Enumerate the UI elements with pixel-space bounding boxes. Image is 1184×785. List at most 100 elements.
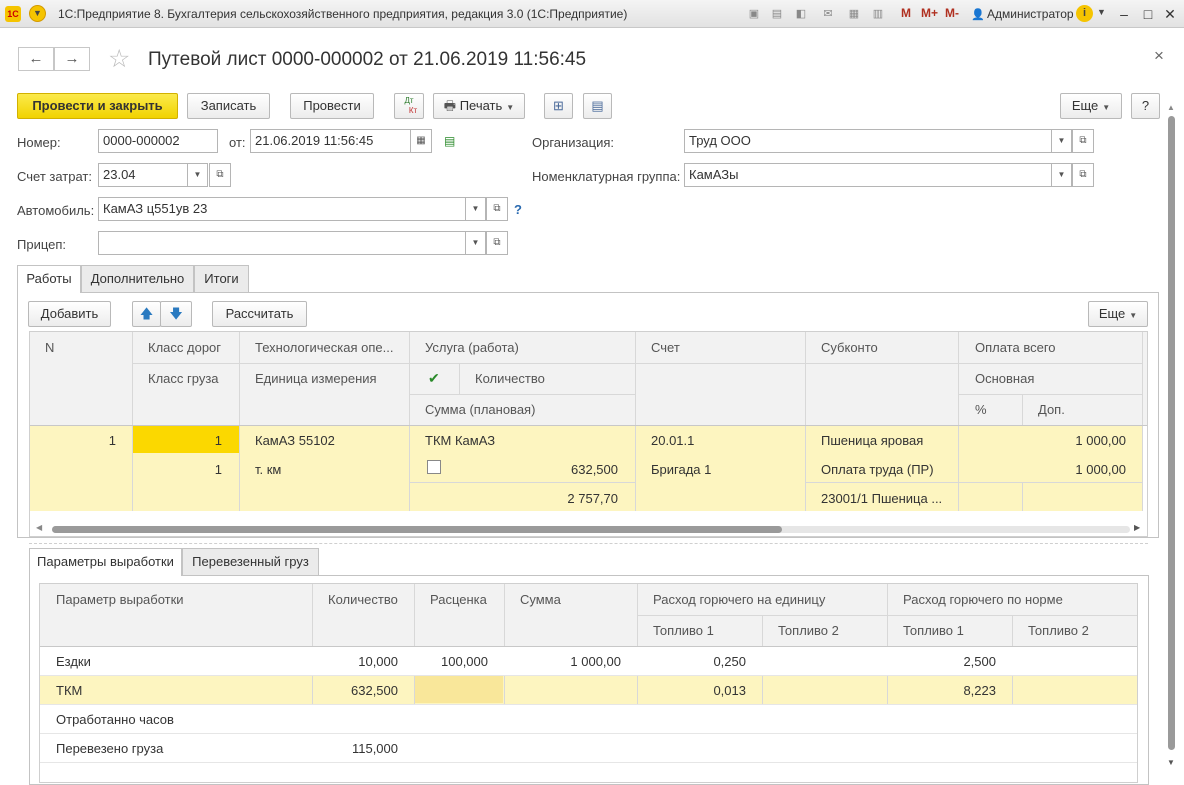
tab-output-params[interactable]: Параметры выработки [29,548,182,576]
calculator-icon[interactable]: ▦ [846,6,862,22]
move-down-button[interactable]: 🡇 [160,301,192,327]
cell-planned-sum[interactable]: 2 757,70 [410,491,618,506]
cell-subconto-3[interactable]: 23001/1 Пшеница ... [821,491,942,506]
memory-plus-button[interactable]: M+ [921,6,938,20]
cell-subconto-1[interactable]: Пшеница яровая [821,433,923,448]
cell-qty[interactable]: 632,500 [460,462,618,477]
current-user[interactable]: Администратор [987,7,1074,21]
cell-tech-op[interactable]: КамАЗ 55102 [255,433,335,448]
number-field[interactable]: 0000-000002 [98,129,218,153]
nomgroup-open-button[interactable]: ⧉ [1072,163,1094,187]
cell-service[interactable]: ТКМ КамАЗ [425,433,495,448]
output-table[interactable]: Параметр выработки Количество Расценка С… [39,583,1138,783]
date-field[interactable]: 21.06.2019 11:56:45 [250,129,411,153]
dt-kt-button[interactable]: Дт Кт [394,93,424,119]
preview-icon[interactable]: ◧ [793,6,809,22]
org-open-button[interactable]: ⧉ [1072,129,1094,153]
dt-label: Дт [404,96,414,105]
works-more-button[interactable]: Еще ▼ [1088,301,1148,327]
car-open-button[interactable]: ⧉ [486,197,508,221]
org-dropdown[interactable]: ▼ [1052,129,1072,153]
splitter[interactable] [29,543,1148,544]
cell-main[interactable]: 1 000,00 [959,462,1126,477]
output-row-qty[interactable]: 632,500 [312,683,398,698]
favorite-star-icon[interactable]: ☆ [108,44,130,74]
mail-icon[interactable]: ✉ [820,6,836,22]
trailer-dropdown[interactable]: ▼ [466,231,486,255]
scroll-down-icon[interactable]: ▼ [1167,758,1175,767]
output-row-fuel-norm-1[interactable]: 2,500 [887,654,996,669]
minimize-icon[interactable]: – [1114,4,1134,24]
cell-subconto-2[interactable]: Оплата труда (ПР) [821,462,934,477]
add-row-button[interactable]: Добавить [28,301,111,327]
report-button[interactable]: ▤ [583,93,612,119]
horizontal-scrollbar-thumb[interactable] [52,526,782,533]
vertical-scrollbar-thumb[interactable] [1168,116,1175,750]
nomgroup-dropdown[interactable]: ▼ [1052,163,1072,187]
cell-brigade[interactable]: Бригада 1 [651,462,711,477]
col-param: Параметр выработки [56,592,184,607]
calendar-icon[interactable]: ▥ [870,6,886,22]
output-row-param[interactable]: ТКМ [56,683,82,698]
tab-works[interactable]: Работы [17,265,81,293]
more-label: Еще [1098,306,1126,321]
more-button[interactable]: Еще ▼ [1060,93,1122,119]
info-menu-icon[interactable]: ▼ [1097,7,1106,17]
output-row-qty[interactable]: 10,000 [312,654,398,669]
cell-unit[interactable]: т. км [255,462,281,477]
car-help-icon[interactable]: ? [514,202,522,217]
output-row-param[interactable]: Отработанно часов [56,712,174,727]
cell-road-class[interactable]: 1 [133,433,222,448]
info-icon[interactable]: i [1076,5,1093,22]
post-button[interactable]: Провести [290,93,374,119]
cell-account[interactable]: 20.01.1 [651,433,694,448]
forward-button[interactable]: → [54,47,90,71]
output-row-param[interactable]: Ездки [56,654,91,669]
main-menu-icon[interactable]: ▼ [29,5,46,22]
output-row-fuel-unit-1[interactable]: 0,013 [637,683,746,698]
nomgroup-field[interactable]: КамАЗы [684,163,1052,187]
close-form-icon[interactable]: × [1154,46,1164,66]
account-dropdown[interactable]: ▼ [188,163,208,187]
output-row-sum[interactable]: 1 000,00 [504,654,621,669]
cell-cargo-class[interactable]: 1 [133,462,222,477]
memory-m-button[interactable]: M [901,6,911,20]
back-button[interactable]: ← [18,47,54,71]
output-row-qty[interactable]: 115,000 [312,741,398,756]
output-row-param[interactable]: Перевезено груза [56,741,163,756]
trailer-field[interactable] [98,231,466,255]
maximize-icon[interactable]: □ [1138,4,1158,24]
cell-n[interactable]: 1 [30,433,116,448]
structure-button[interactable]: ⊞ [544,93,573,119]
memory-minus-button[interactable]: M- [945,6,959,20]
trailer-open-button[interactable]: ⧉ [486,231,508,255]
print-button[interactable]: 🖶 Печать ▼ [433,93,525,119]
tab-transported-cargo[interactable]: Перевезенный груз [182,548,319,575]
car-dropdown[interactable]: ▼ [466,197,486,221]
cell-pay-total[interactable]: 1 000,00 [959,433,1126,448]
scroll-up-icon[interactable]: ▲ [1167,103,1175,112]
tab-additional[interactable]: Дополнительно [81,265,194,292]
row-checkbox[interactable] [427,460,441,474]
scroll-left-icon[interactable]: ◀ [36,523,42,532]
print-icon[interactable]: ▤ [769,6,785,22]
calculate-button[interactable]: Рассчитать [212,301,307,327]
tab-totals[interactable]: Итоги [194,265,249,292]
help-button[interactable]: ? [1131,93,1160,119]
save-icon[interactable]: ▣ [746,6,762,22]
works-table[interactable]: N Класс дорог Класс груза Технологическа… [29,331,1148,537]
save-button[interactable]: Записать [187,93,270,119]
output-row-rate[interactable]: 100,000 [414,654,488,669]
scroll-right-icon[interactable]: ▶ [1134,523,1140,532]
output-row-fuel-unit-1[interactable]: 0,250 [637,654,746,669]
account-open-button[interactable]: ⧉ [209,163,231,187]
post-and-close-button[interactable]: Провести и закрыть [17,93,178,119]
car-field[interactable]: КамАЗ ц551ув 23 [98,197,466,221]
org-field[interactable]: Труд ООО [684,129,1052,153]
account-field[interactable]: 23.04 [98,163,188,187]
document-list-icon: ▤ [591,98,604,113]
close-window-icon[interactable]: ✕ [1160,4,1180,24]
move-up-button[interactable]: 🡅 [132,301,161,327]
output-row-fuel-norm-1[interactable]: 8,223 [887,683,996,698]
calendar-button[interactable]: ▦ [410,129,432,153]
